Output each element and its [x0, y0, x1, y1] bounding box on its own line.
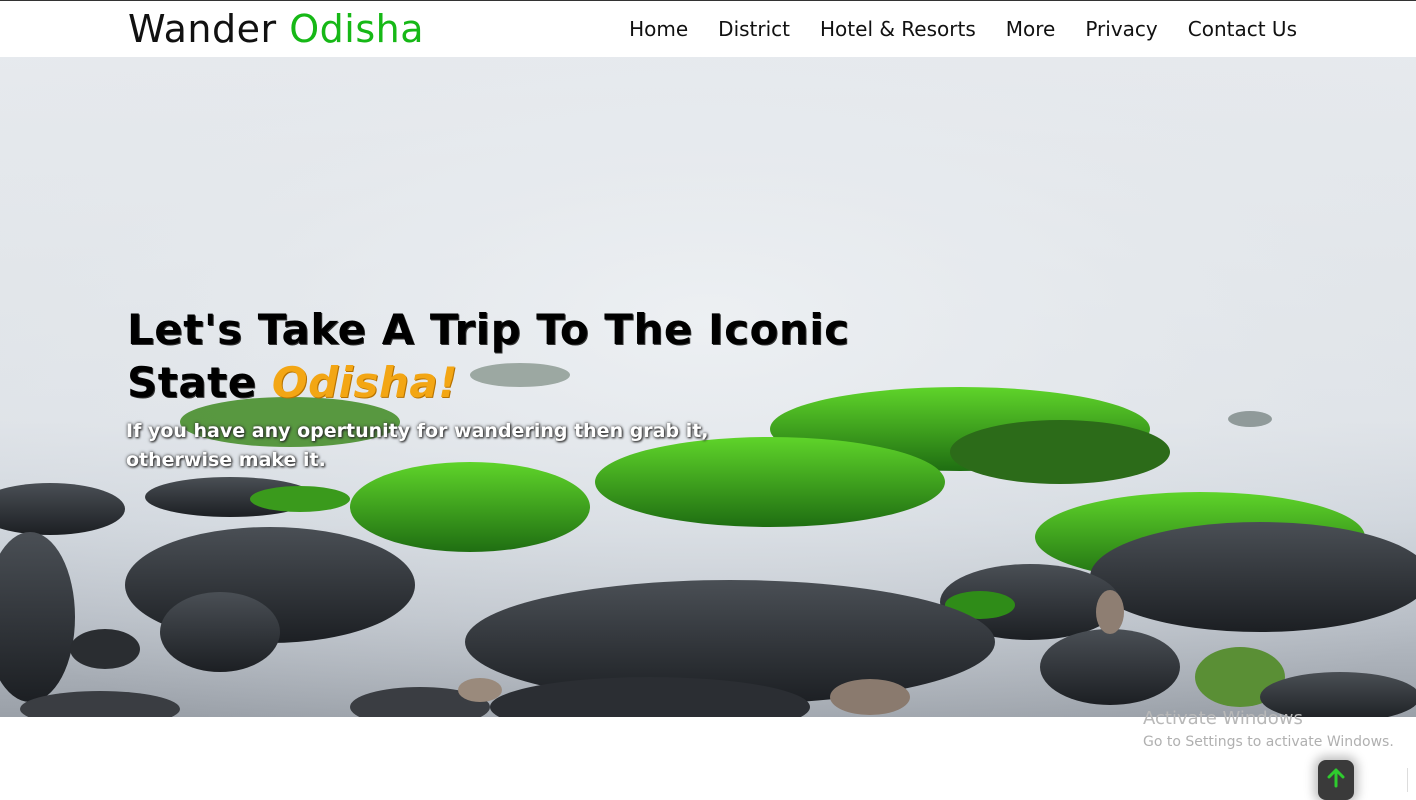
site-logo[interactable]: Wander Odisha [128, 7, 424, 51]
hero-title-line1: Let's Take A Trip To The Iconic [127, 305, 850, 354]
logo-text-primary: Wander [128, 7, 277, 51]
hero-title: Let's Take A Trip To The Iconic State Od… [127, 303, 887, 409]
scroll-to-top-button[interactable] [1318, 760, 1354, 800]
windows-activation-title: Activate Windows [1143, 708, 1303, 729]
hero-title-line2-prefix: State [127, 358, 257, 407]
site-header: Wander Odisha Home District Hotel & Reso… [0, 1, 1416, 57]
nav-contact-us[interactable]: Contact Us [1188, 15, 1297, 43]
nav-hotel-resorts[interactable]: Hotel & Resorts [820, 15, 976, 43]
windows-activation-subtitle: Go to Settings to activate Windows. [1143, 734, 1394, 750]
main-nav: Home District Hotel & Resorts More Priva… [629, 15, 1297, 43]
nav-privacy[interactable]: Privacy [1085, 15, 1157, 43]
hero-subtitle-line1: If you have any opertunity for wandering… [126, 420, 709, 442]
nav-more[interactable]: More [1006, 15, 1056, 43]
hero-subtitle-line2: otherwise make it. [126, 449, 326, 471]
nav-home[interactable]: Home [629, 15, 688, 43]
scrollbar-edge [1407, 768, 1416, 792]
arrow-up-icon [1327, 768, 1345, 788]
hero-subtitle: If you have any opertunity for wandering… [126, 417, 726, 475]
logo-text-accent: Odisha [289, 7, 424, 51]
nav-district[interactable]: District [718, 15, 790, 43]
hero-title-highlight: Odisha! [271, 358, 458, 407]
hero-banner: Let's Take A Trip To The Iconic State Od… [0, 57, 1416, 717]
